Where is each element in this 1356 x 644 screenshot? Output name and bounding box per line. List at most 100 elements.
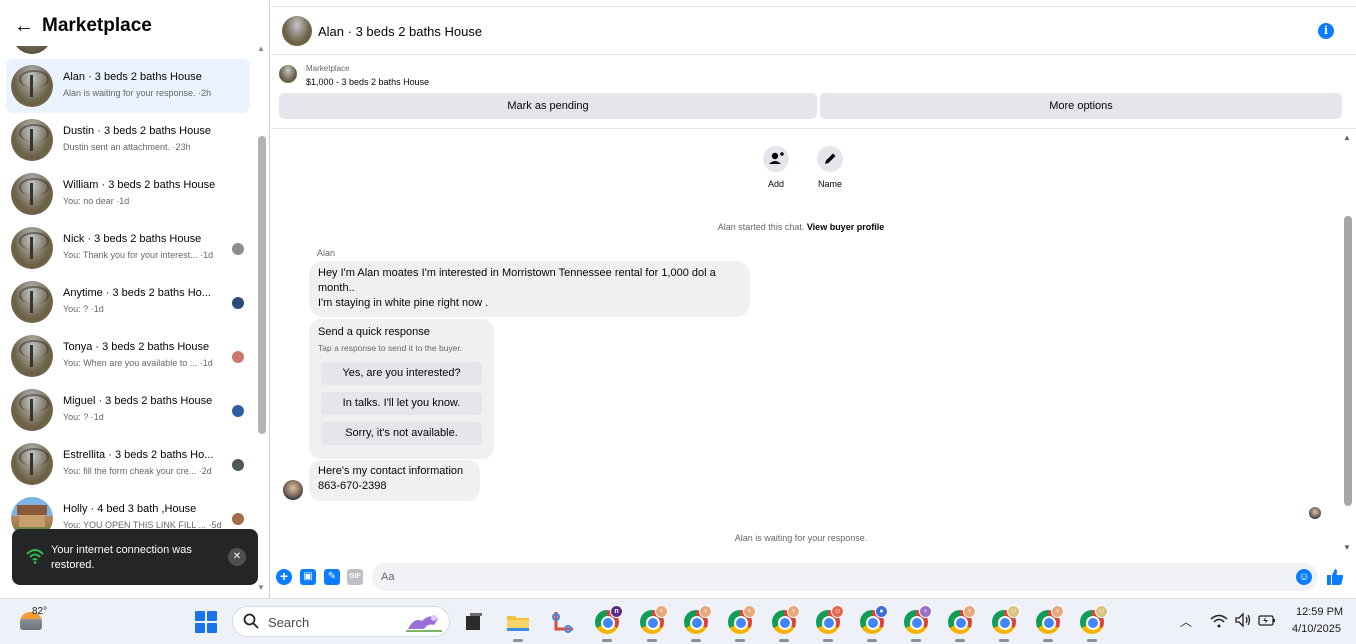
chrome-icon[interactable]: ♀ bbox=[771, 605, 800, 642]
chrome-logo-core bbox=[1086, 616, 1100, 630]
avatar bbox=[11, 119, 53, 161]
message-text-line: 863-670-2398 bbox=[318, 480, 387, 492]
chrome-icon[interactable]: n bbox=[594, 605, 623, 642]
thumbs-up-icon[interactable] bbox=[1325, 567, 1345, 587]
avatar bbox=[11, 173, 53, 215]
quick-response-button[interactable]: In talks. I'll let you know. bbox=[321, 392, 482, 415]
scroll-up-arrow-icon[interactable]: ▲ bbox=[1343, 133, 1351, 142]
conversation-preview: You: fill the form cheak your cre... ·2d bbox=[63, 466, 212, 476]
chrome-icon[interactable]: ☺ bbox=[991, 605, 1020, 642]
file-explorer-icon[interactable] bbox=[505, 609, 531, 642]
chrome-logo-core bbox=[778, 616, 792, 630]
read-receipt-avatar bbox=[232, 297, 244, 309]
chrome-logo-core bbox=[998, 616, 1012, 630]
active-indicator bbox=[955, 639, 965, 642]
volume-icon[interactable] bbox=[1234, 612, 1252, 628]
active-indicator bbox=[602, 639, 612, 642]
scroll-down-arrow-icon[interactable]: ▼ bbox=[1343, 543, 1351, 552]
active-indicator bbox=[999, 639, 1009, 642]
task-view-icon[interactable] bbox=[461, 609, 487, 635]
message-text-line: Here's my contact information bbox=[318, 465, 464, 477]
chrome-icon[interactable]: ♀ bbox=[683, 605, 712, 642]
message-text-line: Hey I'm Alan moates I'm interested in Mo… bbox=[318, 267, 716, 294]
chat-scrollbar[interactable]: ▲ ▼ bbox=[1342, 130, 1353, 552]
incoming-message[interactable]: Here's my contact information 863-670-23… bbox=[309, 460, 480, 501]
conversation-item-estrellita[interactable]: Estrellita · 3 beds 2 baths Ho... You: f… bbox=[6, 437, 250, 491]
chrome-icon[interactable]: ● bbox=[859, 605, 888, 642]
sticker-icon[interactable]: ✎ bbox=[324, 569, 340, 585]
chrome-icon[interactable]: ♀ bbox=[903, 605, 932, 642]
conversation-item-miguel[interactable]: Miguel · 3 beds 2 baths House You: ? ·1d bbox=[6, 383, 250, 437]
avatar[interactable] bbox=[282, 16, 312, 46]
chrome-icon[interactable]: ☺ bbox=[815, 605, 844, 642]
toast-message: Your internet connection was restored. bbox=[51, 544, 192, 571]
active-indicator bbox=[867, 639, 877, 642]
incoming-message[interactable]: Hey I'm Alan moates I'm interested in Mo… bbox=[309, 261, 750, 317]
conversation-name: Anytime · 3 beds 2 baths Ho... bbox=[63, 287, 211, 299]
profile-badge: ♀ bbox=[787, 605, 800, 618]
listing-thumbnail[interactable] bbox=[279, 65, 297, 83]
conversation-item-nick[interactable]: Nick · 3 beds 2 baths House You: Thank y… bbox=[6, 221, 250, 275]
conversation-name: Holly · 4 bed 3 bath ,House bbox=[63, 503, 197, 515]
scrollbar-thumb[interactable] bbox=[1344, 216, 1352, 506]
chrome-icon[interactable]: ☺ bbox=[1079, 605, 1108, 642]
conversation-item-tonya[interactable]: Tonya · 3 beds 2 baths House You: When a… bbox=[6, 329, 250, 383]
clock-date[interactable]: 4/10/2025 bbox=[1292, 623, 1341, 635]
chrome-icon[interactable]: ♀ bbox=[1035, 605, 1064, 642]
chevron-up-icon[interactable]: ︿ bbox=[1180, 613, 1192, 630]
close-icon[interactable]: ✕ bbox=[228, 548, 246, 566]
snipping-tool-icon[interactable] bbox=[550, 609, 576, 635]
battery-icon[interactable] bbox=[1258, 612, 1276, 628]
back-arrow-icon[interactable]: ← bbox=[14, 16, 36, 36]
message-input[interactable] bbox=[372, 563, 1318, 591]
plus-circle-icon[interactable]: + bbox=[276, 569, 292, 585]
chat-title[interactable]: Alan · 3 beds 2 baths House bbox=[318, 24, 482, 39]
chrome-icon[interactable]: ♀ bbox=[727, 605, 756, 642]
windows-taskbar: 82° Search n ♀ ♀ ♀ ♀ ☺ ● ♀ ♀ ☺ ♀ ☺ ︿ 12:… bbox=[0, 598, 1356, 644]
conversation-name: William · 3 beds 2 baths House bbox=[63, 179, 216, 191]
name-chat-button[interactable]: Name bbox=[805, 146, 855, 189]
read-receipt-avatar bbox=[232, 459, 244, 471]
more-options-button[interactable]: More options bbox=[820, 93, 1342, 119]
scrollbar-thumb[interactable] bbox=[258, 136, 266, 434]
image-icon[interactable]: ▣ bbox=[300, 569, 316, 585]
profile-badge: ♀ bbox=[963, 605, 976, 618]
weather-widget[interactable]: 82° bbox=[18, 606, 58, 638]
sidebar-scrollbar[interactable]: ▲ ▼ bbox=[256, 44, 267, 592]
start-button[interactable] bbox=[195, 611, 217, 633]
chrome-icon[interactable]: ♀ bbox=[639, 605, 668, 642]
chrome-logo-core bbox=[646, 616, 660, 630]
emoji-icon[interactable]: ☺ bbox=[1296, 569, 1312, 585]
wifi-icon[interactable] bbox=[1210, 613, 1228, 629]
scroll-down-arrow-icon[interactable]: ▼ bbox=[257, 583, 265, 592]
conversation-name: Alan · 3 beds 2 baths House bbox=[63, 71, 202, 83]
conversation-item-dustin[interactable]: Dustin · 3 beds 2 baths House Dustin sen… bbox=[6, 113, 250, 167]
avatar[interactable] bbox=[283, 480, 303, 500]
quick-response-button[interactable]: Sorry, it's not available. bbox=[321, 422, 482, 445]
info-icon[interactable]: i bbox=[1318, 23, 1334, 39]
mark-as-pending-button[interactable]: Mark as pending bbox=[279, 93, 817, 119]
conversation-preview: You: ? ·1d bbox=[63, 304, 104, 314]
conversation-item-william[interactable]: William · 3 beds 2 baths House You: no d… bbox=[6, 167, 250, 221]
gif-icon[interactable]: GIF bbox=[347, 569, 363, 585]
add-people-button[interactable]: Add bbox=[751, 146, 801, 189]
avatar bbox=[11, 65, 53, 107]
conversation-preview: You: ? ·1d bbox=[63, 412, 104, 422]
listing-summary[interactable]: $1,000 - 3 beds 2 baths House bbox=[306, 77, 429, 87]
chrome-icon[interactable]: ♀ bbox=[947, 605, 976, 642]
clock-time[interactable]: 12:59 PM bbox=[1296, 606, 1343, 618]
conversation-item-alan[interactable]: Alan · 3 beds 2 baths House Alan is wait… bbox=[6, 59, 250, 113]
read-receipt-avatar bbox=[232, 513, 244, 525]
avatar bbox=[11, 281, 53, 323]
taskbar-search[interactable]: Search bbox=[232, 606, 450, 637]
quick-response-button[interactable]: Yes, are you interested? bbox=[321, 362, 482, 385]
message-thread: Add Name Alan started this chat. View bu… bbox=[271, 130, 1356, 560]
chat-panel: Alan · 3 beds 2 baths House i Marketplac… bbox=[271, 6, 1356, 598]
conversation-item-anytime[interactable]: Anytime · 3 beds 2 baths Ho... You: ? ·1… bbox=[6, 275, 250, 329]
chrome-logo-core bbox=[734, 616, 748, 630]
search-icon bbox=[243, 613, 259, 629]
started-text: Alan started this chat. bbox=[717, 222, 805, 232]
pencil-icon bbox=[817, 146, 843, 172]
view-buyer-profile-link[interactable]: View buyer profile bbox=[807, 222, 884, 232]
active-indicator bbox=[911, 639, 921, 642]
